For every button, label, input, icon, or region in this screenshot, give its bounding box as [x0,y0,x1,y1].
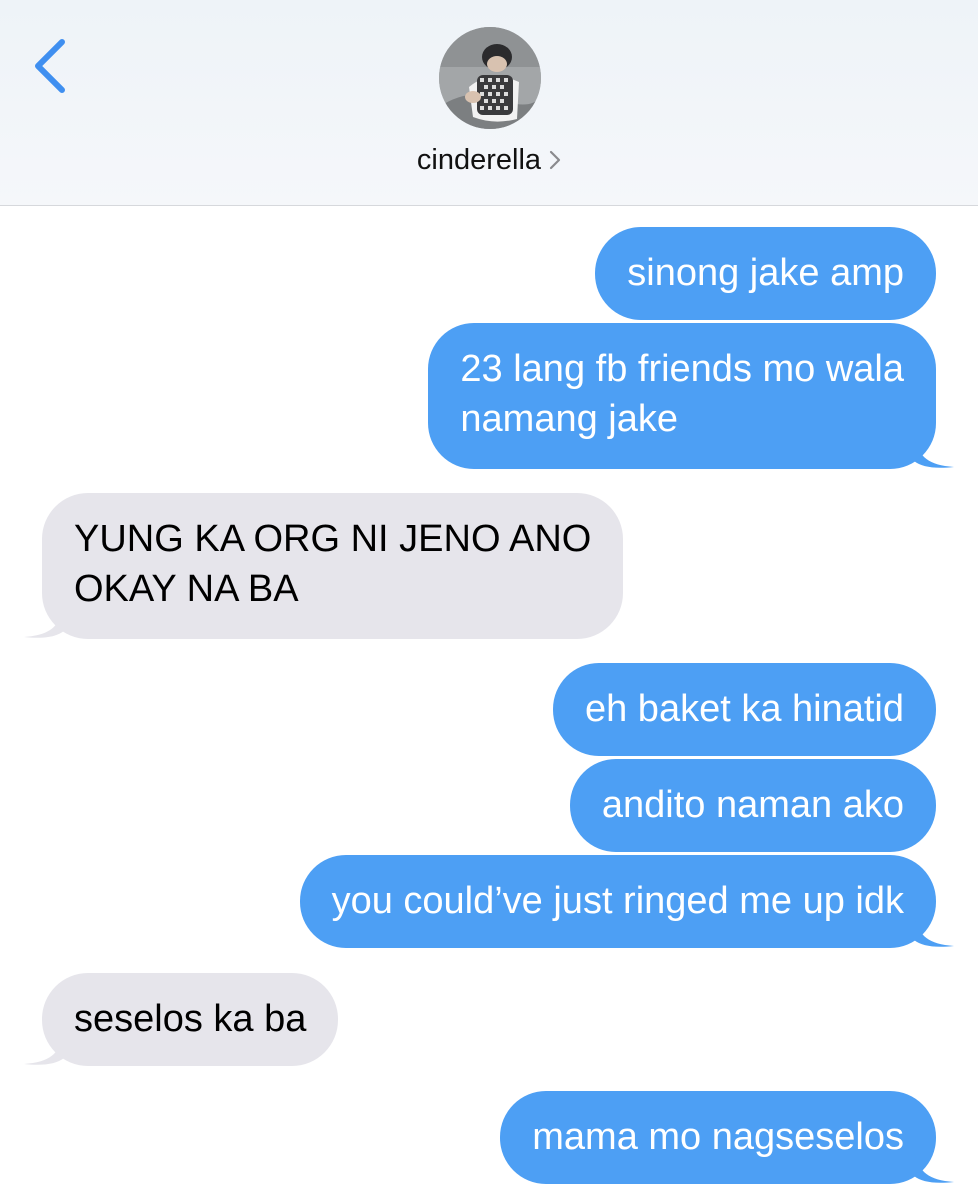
sent-message-bubble[interactable]: andito naman ako [569,759,936,852]
sent-message-bubble[interactable]: sinong jake amp [595,227,936,320]
bubble-tail [24,609,64,638]
sent-message-bubble[interactable]: mama mo nagseselos [500,1091,954,1184]
sent-message-bubble[interactable]: eh baket ka hinatid [552,663,936,756]
bubble-tail [914,439,954,468]
back-button[interactable] [26,34,76,98]
avatar[interactable] [439,27,541,129]
message-text-line: namang jake [460,398,678,440]
chevron-left-icon [35,39,65,93]
contact-name: cinderella [416,143,542,176]
message-text-line: YUNG KA ORG NI JENO ANO [74,518,592,560]
message-text: sinong jake amp [627,252,904,294]
message-text-line: 23 lang fb friends mo wala [460,348,904,390]
message-text: andito naman ako [601,784,904,826]
message-text: seselos ka ba [74,998,307,1040]
message-text-line: OKAY NA BA [74,568,299,610]
bubble-tail [24,1036,64,1065]
received-message-bubble[interactable]: YUNG KA ORG NI JENO ANO OKAY NA BA [24,493,624,639]
message-text: mama mo nagseselos [532,1116,904,1158]
bubble-tail [914,1154,954,1183]
contact-name-button[interactable]: cinderella [0,143,978,177]
chevron-right-icon [549,151,561,170]
message-text: you could’ve just ringed me up idk [331,880,904,922]
profile-photo [439,27,541,129]
received-message-bubble[interactable]: seselos ka ba [24,973,339,1066]
bubble-tail [914,918,954,947]
message-text: eh baket ka hinatid [584,688,904,730]
sent-message-bubble[interactable]: 23 lang fb friends mo wala namang jake [428,323,954,469]
conversation-header: cinderella [0,0,978,206]
sent-message-bubble[interactable]: you could’ve just ringed me up idk [299,855,954,948]
